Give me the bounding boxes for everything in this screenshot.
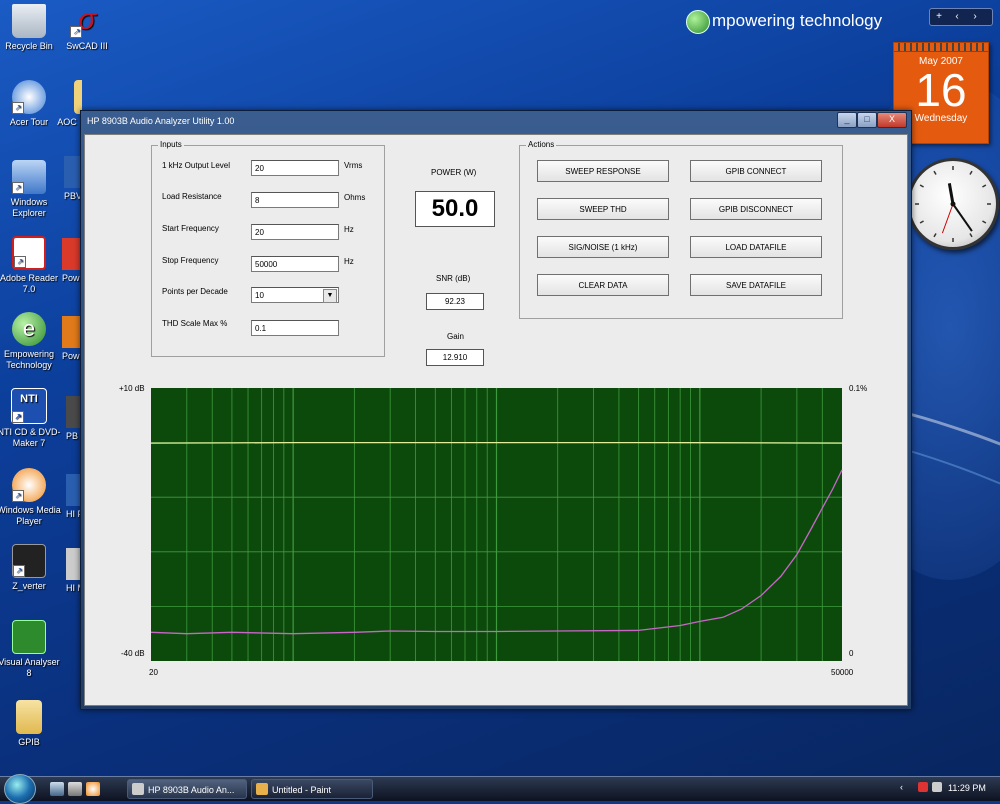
desktop-icon-label: Acer Tour bbox=[9, 117, 49, 127]
desktop-icon-label: Z_verter bbox=[12, 581, 46, 591]
desktop: Recycle Bin σ ↗ SwCAD III ↗ Acer Tour AOC… bbox=[0, 0, 1000, 776]
desktop-icon-label: Visual Analyser 8 bbox=[0, 657, 60, 678]
paint-icon bbox=[256, 783, 268, 795]
desktop-icon-label: Recycle Bin bbox=[5, 41, 53, 51]
switch-windows-icon[interactable] bbox=[68, 782, 82, 796]
calendar-rings bbox=[894, 43, 988, 52]
left-axis-bottom-label: -40 dB bbox=[121, 649, 145, 658]
app-icon bbox=[62, 238, 82, 270]
clock-gadget[interactable] bbox=[907, 158, 999, 250]
desktop-icon-label: Windows Explorer bbox=[10, 197, 48, 218]
task-label: Untitled - Paint bbox=[272, 785, 332, 795]
desktop-icon-label: NTI CD & DVD-Maker 7 bbox=[0, 427, 61, 448]
windows-explorer-icon: ↗ bbox=[12, 160, 46, 194]
right-axis-bottom-label: 0 bbox=[849, 649, 854, 658]
clock-time[interactable]: 11:29 PM bbox=[948, 783, 986, 793]
desktop-icon-windows-explorer[interactable]: ↗ Windows Explorer bbox=[0, 160, 62, 219]
desktop-icon-label: Pow bbox=[62, 273, 80, 283]
speaker-icon: ↗ bbox=[12, 544, 46, 578]
desktop-icon-label: Adobe Reader 7.0 bbox=[0, 273, 59, 294]
clock-tick bbox=[919, 220, 924, 224]
desktop-icon-media-player[interactable]: ↗ Windows Media Player bbox=[0, 468, 62, 527]
desktop-icon-label: GPIB bbox=[18, 737, 40, 747]
analyzer-window[interactable]: HP 8903B Audio Analyzer Utility 1.00 _ □… bbox=[80, 110, 912, 710]
next-icon[interactable]: › bbox=[966, 9, 984, 24]
window-client-area: Inputs 1 kHz Output Level 20 Vrms Load R… bbox=[84, 134, 908, 706]
desktop-icon-swcad[interactable]: σ ↗ SwCAD III bbox=[54, 4, 120, 52]
desktop-icon-partial[interactable]: Pow For bbox=[62, 316, 82, 362]
tray-expand-icon[interactable]: ‹ bbox=[900, 782, 903, 792]
empowering-technology-icon: e bbox=[12, 312, 46, 346]
clock-tick bbox=[919, 184, 924, 188]
network-warning-icon[interactable] bbox=[918, 782, 928, 792]
desktop-icon-label: Empowering Technology bbox=[3, 349, 55, 370]
media-player-icon[interactable] bbox=[86, 782, 100, 796]
x-axis-end-label: 50000 bbox=[831, 668, 854, 677]
desktop-icon-label: Pow For bbox=[62, 351, 82, 361]
empowering-logo-icon bbox=[686, 10, 710, 34]
desktop-icon-visual-analyser[interactable]: Visual Analyser 8 bbox=[0, 620, 62, 679]
desktop-icon-recycle-bin[interactable]: Recycle Bin bbox=[0, 4, 62, 52]
desktop-icon-empowering[interactable]: e Empowering Technology bbox=[0, 312, 62, 371]
visual-analyser-icon bbox=[12, 620, 46, 654]
acer-tour-icon: ↗ bbox=[12, 80, 46, 114]
adobe-reader-icon: ↗ bbox=[12, 236, 46, 270]
minimize-button[interactable]: _ bbox=[837, 112, 857, 128]
close-button[interactable]: X bbox=[877, 112, 907, 128]
media-player-icon: ↗ bbox=[12, 468, 46, 502]
task-label: HP 8903B Audio An... bbox=[148, 785, 235, 795]
x-axis-start-label: 20 bbox=[149, 668, 158, 677]
clock-tick bbox=[982, 184, 987, 188]
clock-face-icon bbox=[915, 166, 991, 242]
maximize-button[interactable]: □ bbox=[857, 112, 877, 128]
show-desktop-icon[interactable] bbox=[50, 782, 64, 796]
response-chart: +10 dB -40 dB 0.1% 0 20 50000 bbox=[119, 384, 867, 677]
desktop-icon-label: Windows Media Player bbox=[0, 505, 61, 526]
window-title: HP 8903B Audio Analyzer Utility 1.00 bbox=[87, 116, 235, 126]
desktop-icon-aoc[interactable]: AOC bbox=[52, 80, 82, 128]
right-axis-top-label: 0.1% bbox=[849, 384, 867, 393]
system-tray: ‹ 11:29 PM bbox=[896, 777, 1000, 801]
desktop-icon-label: SwCAD III bbox=[66, 41, 108, 51]
previous-icon[interactable]: ‹ bbox=[948, 9, 966, 24]
brand-text: mpowering technology bbox=[712, 11, 883, 30]
response-series-line bbox=[150, 441, 843, 444]
recycle-bin-icon bbox=[12, 4, 46, 38]
empowering-technology-banner[interactable]: mpowering technology bbox=[686, 8, 882, 34]
window-titlebar[interactable]: HP 8903B Audio Analyzer Utility 1.00 _ □… bbox=[81, 111, 911, 133]
clock-tick bbox=[933, 233, 937, 238]
desktop-icon-nti[interactable]: NTI ↗ NTI CD & DVD-Maker 7 bbox=[0, 388, 62, 449]
volume-icon[interactable] bbox=[932, 782, 942, 792]
taskbar-task-hp-analyzer[interactable]: HP 8903B Audio An... bbox=[127, 779, 247, 799]
desktop-icon-adobe-reader[interactable]: ↗ Adobe Reader 7.0 bbox=[0, 236, 62, 295]
desktop-icon-zverter[interactable]: ↗ Z_verter bbox=[0, 544, 62, 592]
app-window-icon bbox=[132, 783, 144, 795]
sidebar-controls[interactable]: + ‹ › bbox=[929, 8, 993, 26]
desktop-icon-partial[interactable]: Pow bbox=[62, 238, 82, 284]
calendar-day: 16 bbox=[915, 64, 967, 116]
folder-icon bbox=[16, 700, 42, 734]
clock-tick bbox=[969, 233, 973, 238]
add-gadget-icon[interactable]: + bbox=[930, 9, 948, 24]
nti-icon: NTI ↗ bbox=[11, 388, 47, 424]
taskbar-task-paint[interactable]: Untitled - Paint bbox=[251, 779, 373, 799]
taskbar: HP 8903B Audio An... Untitled - Paint ‹ … bbox=[0, 774, 1000, 804]
clock-tick bbox=[969, 170, 973, 175]
swcad-icon: σ ↗ bbox=[70, 4, 104, 38]
desktop-icon-label: AOC bbox=[57, 117, 77, 127]
folder-icon bbox=[74, 80, 82, 114]
app-icon bbox=[62, 316, 82, 348]
clock-tick bbox=[933, 170, 937, 175]
desktop-icon-gpib[interactable]: GPIB bbox=[0, 700, 62, 748]
clock-tick bbox=[982, 220, 987, 224]
left-axis-top-label: +10 dB bbox=[119, 384, 145, 393]
